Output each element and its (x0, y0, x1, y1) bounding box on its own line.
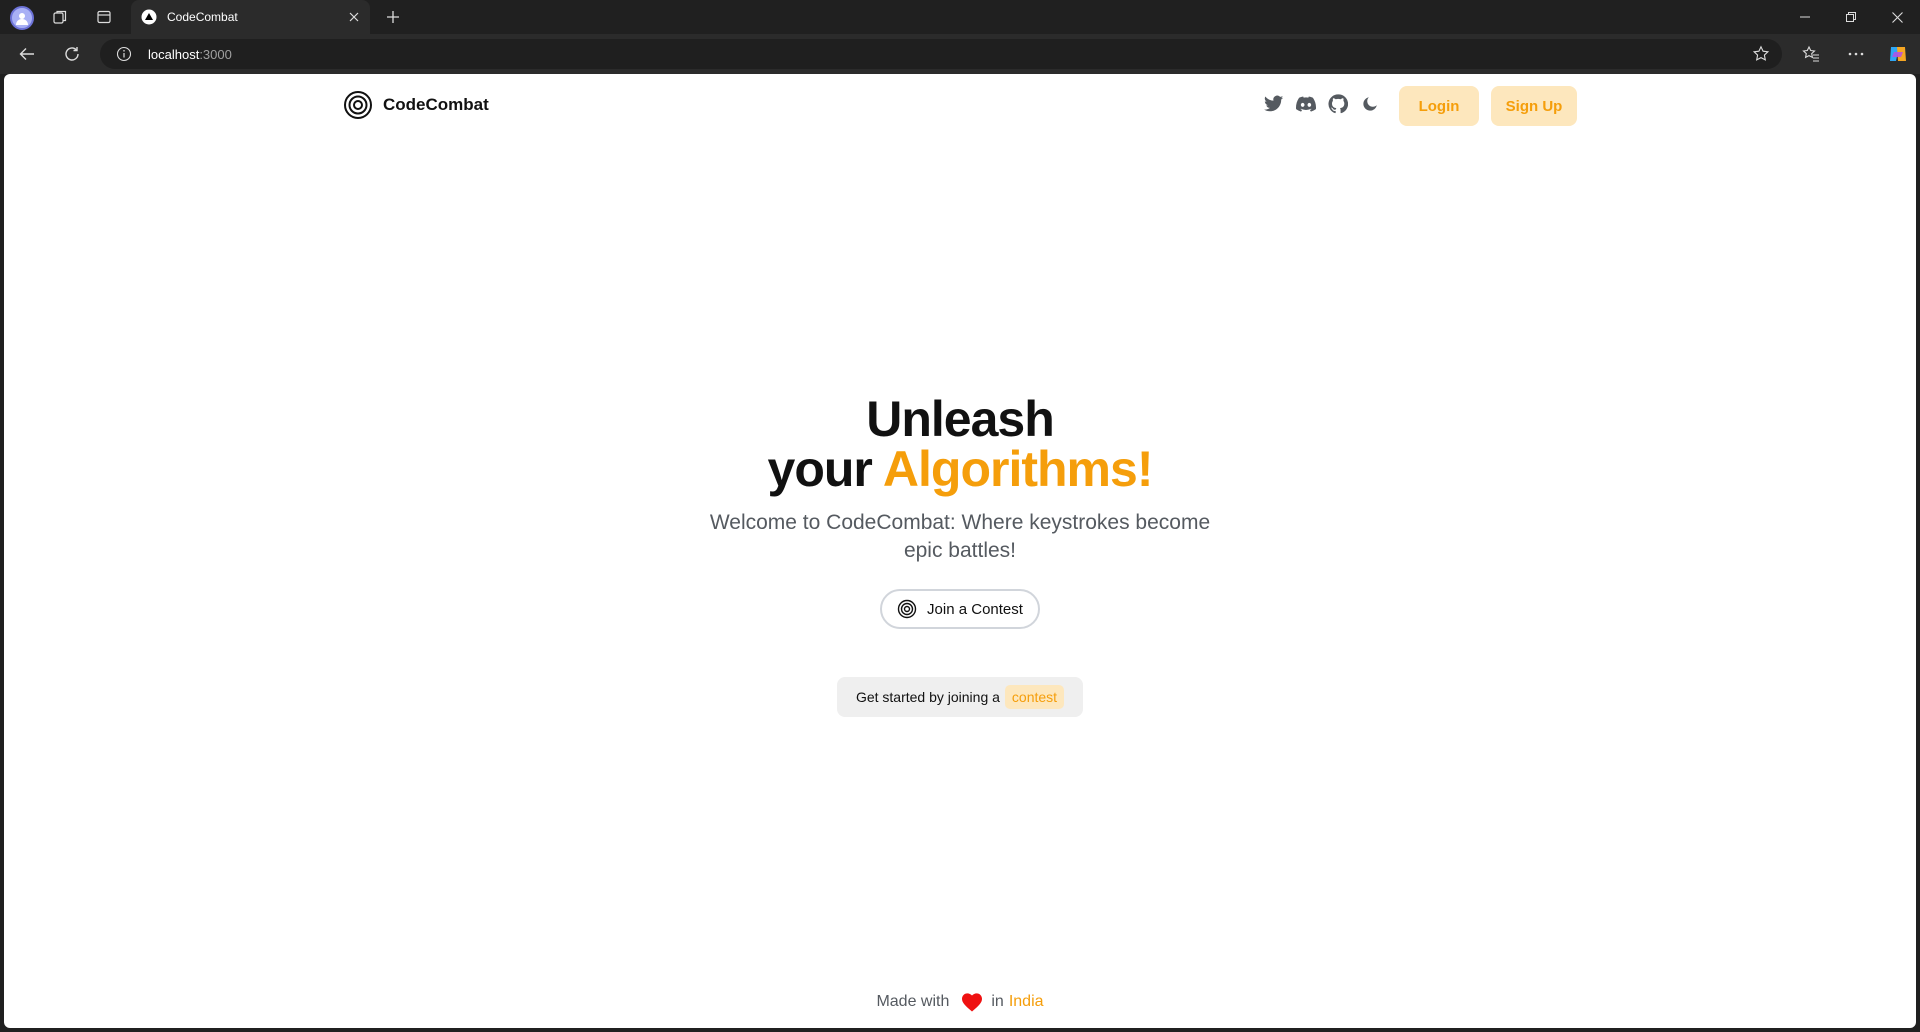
tab-close-icon[interactable] (346, 9, 362, 25)
get-started-hint: Get started by joining a contest (837, 677, 1083, 717)
browser-tab-bar: CodeCombat (0, 0, 1920, 34)
url-port: :3000 (199, 47, 232, 62)
address-bar[interactable]: localhost:3000 (100, 39, 1782, 69)
brand[interactable]: CodeCombat (343, 90, 489, 120)
header-social-icons (1264, 94, 1380, 114)
restore-icon[interactable] (1828, 0, 1874, 34)
hero-title-line1: Unleash (866, 391, 1055, 447)
site-header: CodeCombat Login Sign Up (4, 74, 1916, 138)
hero-subtitle: Welcome to CodeCombat: Where keystrokes … (709, 511, 1211, 562)
url-host: localhost (148, 47, 200, 62)
login-button[interactable]: Login (1399, 86, 1479, 126)
active-tab[interactable]: CodeCombat (131, 0, 370, 34)
back-icon[interactable] (13, 40, 41, 68)
footer-in: in (991, 993, 1004, 1010)
minimize-icon[interactable] (1782, 0, 1828, 34)
brand-name: CodeCombat (383, 95, 489, 114)
page-viewport: CodeCombat Login Sign Up Unleash your Al… (4, 74, 1916, 1028)
contest-code-link[interactable]: contest (1004, 685, 1065, 709)
tab-actions-icon[interactable] (95, 8, 113, 26)
footer-country-link[interactable]: India (1009, 993, 1044, 1011)
profile-icon (16, 13, 28, 25)
url-text: localhost:3000 (148, 47, 232, 62)
close-window-icon[interactable] (1874, 0, 1920, 34)
footer: Made with in India (4, 992, 1916, 1012)
twitter-icon[interactable] (1264, 94, 1284, 114)
copilot-icon[interactable] (1884, 40, 1912, 68)
tab-favicon-icon (141, 9, 157, 25)
site-info-icon[interactable] (116, 46, 132, 62)
hero-title-accent: Algorithms! (882, 441, 1154, 497)
get-started-text: Get started by joining a (855, 689, 1000, 705)
hero-section: Unleash your Algorithms! Welcome to Code… (4, 394, 1916, 717)
favorite-star-icon[interactable] (1752, 45, 1770, 63)
browser-nav-bar: localhost:3000 (0, 34, 1920, 74)
github-icon[interactable] (1328, 94, 1348, 114)
join-contest-label: Join a Contest (927, 600, 1023, 618)
workspaces-icon[interactable] (51, 8, 69, 26)
reload-icon[interactable] (58, 40, 86, 68)
moon-icon[interactable] (1360, 94, 1380, 114)
favorites-icon[interactable] (1797, 40, 1825, 68)
heart-icon (961, 992, 983, 1012)
join-contest-button[interactable]: Join a Contest (880, 589, 1040, 629)
target-icon (897, 599, 917, 619)
target-logo-icon (343, 90, 373, 120)
hero-title-prefix: your (767, 441, 873, 497)
more-options-icon[interactable] (1842, 40, 1870, 68)
signup-button[interactable]: Sign Up (1491, 86, 1577, 126)
footer-made-with: Made with (876, 993, 950, 1010)
tab-title: CodeCombat (167, 10, 238, 24)
discord-icon[interactable] (1296, 94, 1316, 114)
new-tab-icon[interactable] (383, 7, 403, 27)
hero-title: Unleash your Algorithms! (4, 394, 1916, 494)
profile-avatar[interactable] (10, 6, 34, 30)
